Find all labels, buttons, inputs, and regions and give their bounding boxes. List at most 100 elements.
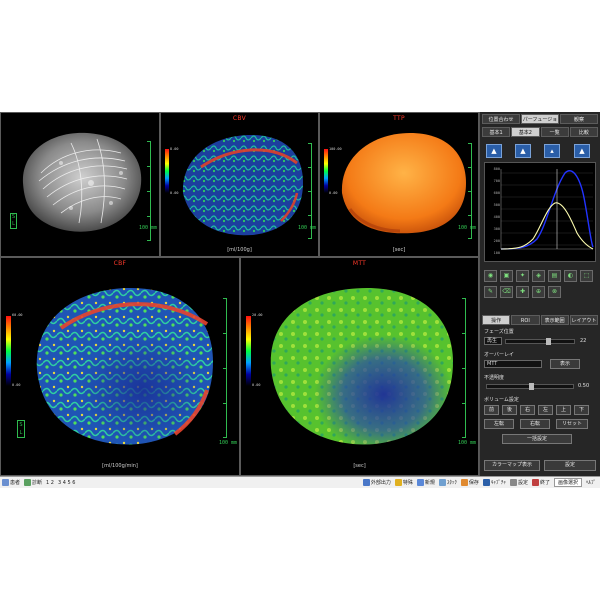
time-density-curve-graph[interactable]: 800 700 600 500 400 300 200 100 <box>484 162 596 262</box>
unit-label: [sec] <box>392 247 406 253</box>
cbv-viewport[interactable]: CBV 8.00 0.00 100 mm [ml/100g] <box>160 112 319 257</box>
orientation-marker: SL <box>17 420 25 438</box>
tool-6-icon[interactable]: ◐ <box>564 270 577 282</box>
taskbar-export[interactable]: 外部出力 <box>362 479 391 486</box>
scale-label: 100 mm <box>297 225 316 231</box>
tab-display-range[interactable]: 表示範囲 <box>540 315 569 325</box>
scale-label: 100 mm <box>138 225 157 231</box>
rotate-left-button[interactable]: 左転 <box>484 419 514 429</box>
layout-2-icon[interactable]: ▲ <box>515 144 531 158</box>
unit-label: [ml/100g/min] <box>102 463 138 469</box>
tab-compare[interactable]: 比較 <box>569 127 598 137</box>
scale-label: 100 mm <box>218 440 237 446</box>
taskbar-patient[interactable]: 患者 <box>2 479 20 486</box>
tab-layout[interactable]: レイアウト <box>569 315 598 325</box>
layout-1-icon[interactable]: ▲ <box>486 144 502 158</box>
export-icon <box>362 479 370 486</box>
capture-icon <box>482 479 490 486</box>
taskbar-capture[interactable]: ｷｬﾌﾟﾁｬ <box>482 479 506 486</box>
unit-label: [ml/100g] <box>227 247 252 253</box>
reset-button[interactable]: リセット <box>556 419 588 429</box>
colormap-display-button[interactable]: カラーマップ表示 <box>484 460 540 471</box>
tool-9-icon[interactable]: ⌫ <box>500 286 513 298</box>
graph-y-tick: 500 <box>493 203 500 207</box>
dir-top-button[interactable]: 上 <box>556 405 571 415</box>
overlay-select[interactable]: MTT <box>484 360 542 368</box>
taskbar-new[interactable]: 新規 <box>416 479 435 486</box>
dir-back-button[interactable]: 後 <box>502 405 517 415</box>
exit-icon <box>531 479 539 486</box>
vr-viewport[interactable]: SL 100 mm <box>0 112 160 257</box>
volume-settings-label: ボリューム設定 <box>484 397 519 403</box>
tool-3-icon[interactable]: ✦ <box>516 270 529 282</box>
tab-observation[interactable]: 観察 <box>560 114 598 124</box>
tab-basic1[interactable]: 基本1 <box>482 127 511 137</box>
orientation-marker: SL <box>10 213 17 229</box>
taskbar-image-select[interactable]: 画像選択 <box>553 478 582 487</box>
tab-basic2[interactable]: 基本2 <box>511 127 540 137</box>
tool-4-icon[interactable]: ◈ <box>532 270 545 282</box>
tool-11-icon[interactable]: ⊕ <box>532 286 545 298</box>
overlay-show-button[interactable]: 表示 <box>550 359 580 369</box>
overlay-label: オーバーレイ <box>484 352 514 358</box>
graph-y-tick: 300 <box>493 227 500 231</box>
phase-play-field[interactable]: 再生 <box>484 337 502 345</box>
tab-perfusion[interactable]: パーフュージョン <box>521 114 559 133</box>
mtt-viewport[interactable]: MTT 20.00 0.00 100 mm [sec] <box>240 257 479 476</box>
taskbar-settings[interactable]: 設定 <box>509 479 528 486</box>
perfusion-workstation: SL 100 mm CBV 8.00 0.00 100 mm [ml/100g]… <box>0 112 600 488</box>
phase-position-label: フェーズ位置 <box>484 329 514 335</box>
rotate-right-button[interactable]: 右転 <box>520 419 550 429</box>
taskbar-special[interactable]: 特殊 <box>394 479 413 486</box>
graph-y-ticks: 800 700 600 500 400 300 200 100 <box>486 167 500 255</box>
new-icon <box>416 479 424 486</box>
tab-roi[interactable]: ROI <box>511 315 540 325</box>
scale-ruler <box>223 298 227 438</box>
tab-operation[interactable]: 操作 <box>482 315 511 325</box>
mtt-brain-image <box>270 288 453 445</box>
taskbar-layout-b[interactable]: 3 4 5 6 <box>58 480 76 486</box>
tool-2-icon[interactable]: ▣ <box>500 270 513 282</box>
sub-tab-bar: 基本1 基本2 一覧 比較 <box>482 127 598 137</box>
phase-value: 22 <box>580 338 587 344</box>
tab-list[interactable]: 一覧 <box>540 127 569 137</box>
phase-slider[interactable] <box>505 338 575 345</box>
scale-ruler <box>462 298 466 438</box>
dir-bottom-button[interactable]: 下 <box>574 405 589 415</box>
taskbar-layout-a[interactable]: 1 2 <box>46 480 54 486</box>
save-icon <box>460 479 468 486</box>
tool-7-icon[interactable]: ⬚ <box>580 270 593 282</box>
graph-y-tick: 100 <box>493 251 500 255</box>
tool-12-icon[interactable]: ⊗ <box>548 286 561 298</box>
tool-8-icon[interactable]: ✎ <box>484 286 497 298</box>
opacity-slider[interactable] <box>486 383 574 390</box>
opacity-value: 0.50 <box>578 383 590 389</box>
cbf-viewport[interactable]: CBF 60.00 0.00 SL 100 mm [ml/100g/min] <box>0 257 240 476</box>
taskbar-help[interactable]: ﾍﾙﾌﾟ <box>586 479 596 486</box>
dir-right-button[interactable]: 右 <box>520 405 535 415</box>
taskbar-exit[interactable]: 終了 <box>531 479 550 486</box>
roi-tool-icon[interactable]: ◉ <box>484 270 497 282</box>
dir-front-button[interactable]: 前 <box>484 405 499 415</box>
taskbar-save[interactable]: 保存 <box>460 479 479 486</box>
dir-left-button[interactable]: 左 <box>538 405 553 415</box>
settings-button[interactable]: 設定 <box>544 460 596 471</box>
taskbar-diagnosis[interactable]: 診断 <box>24 479 42 486</box>
control-panel: 位置合わせ パーフュージョン 観察 基本1 基本2 一覧 比較 ▲ ▲ ▴ ▲ <box>479 112 600 488</box>
scale-label: 100 mm <box>457 225 476 231</box>
top-tab-bar: 位置合わせ パーフュージョン 観察 <box>482 114 598 133</box>
tool-10-icon[interactable]: ✚ <box>516 286 529 298</box>
batch-settings-button[interactable]: 一括設定 <box>502 434 572 444</box>
ttp-viewport[interactable]: TTP 100.00 0.00 100 mm [sec] <box>319 112 479 257</box>
unit-label: [sec] <box>353 463 366 469</box>
graph-y-tick: 400 <box>493 215 500 219</box>
tool-5-icon[interactable]: ▤ <box>548 270 561 282</box>
opacity-label: 不透明度 <box>484 375 505 381</box>
cbf-brain-image <box>36 288 214 445</box>
taskbar-stack[interactable]: ｽﾀｯｸ <box>438 479 457 486</box>
cbv-brain-image <box>182 135 303 236</box>
layout-3-icon[interactable]: ▴ <box>544 144 560 158</box>
graph-y-tick: 200 <box>493 239 500 243</box>
tab-registration[interactable]: 位置合わせ <box>482 114 520 124</box>
layout-4-icon[interactable]: ▲ <box>574 144 590 158</box>
